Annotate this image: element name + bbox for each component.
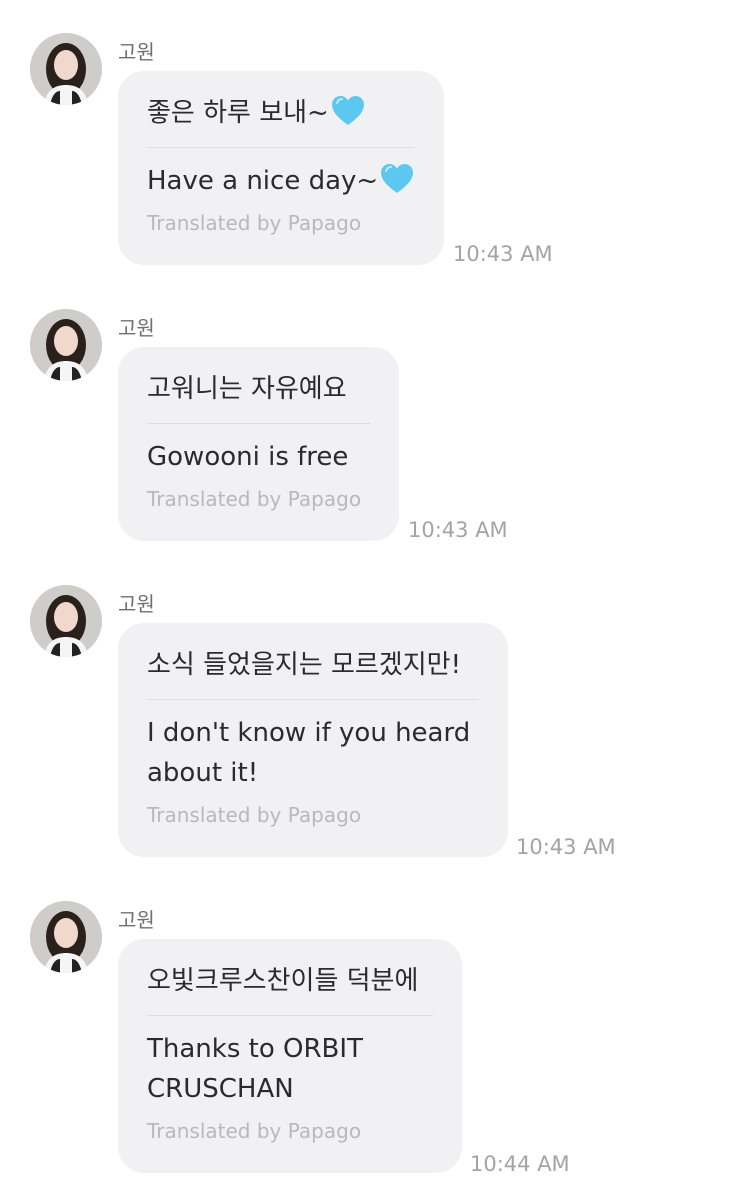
translated-text: Gowooni is free: [147, 437, 370, 477]
sender-name: 고원: [118, 592, 155, 616]
message-timestamp: 10:43 AM: [516, 835, 616, 859]
translation-credit: Translated by Papago: [147, 1119, 362, 1143]
chat-message: 고원 고워니는 자유예요 Gowooni is free Translated …: [0, 306, 735, 586]
original-text: 오빛크루스찬이들 덕분에: [147, 966, 419, 996]
chat-message: 고원 소식 들었을지는 모르겠지만! I don't know if you h…: [0, 582, 735, 862]
avatar-photo: [30, 901, 102, 973]
original-text: 소식 들었을지는 모르겠지만!: [147, 650, 461, 680]
chat-message: 고원 오빛크루스찬이들 덕분에 Thanks to ORBIT CRUSCHAN…: [0, 898, 735, 1178]
sender-name: 고원: [118, 316, 155, 340]
translated-text: Thanks to ORBIT CRUSCHAN: [147, 1029, 433, 1109]
translated-line: I don't know if you heard: [147, 718, 471, 748]
original-text: 좋은 하루 보내~: [147, 93, 415, 133]
original-text-content: 좋은 하루 보내~: [147, 98, 329, 128]
sender-name: 고원: [118, 908, 155, 932]
avatar[interactable]: [30, 33, 102, 105]
message-bubble[interactable]: 좋은 하루 보내~ Have a nice day~ Translated by…: [118, 71, 444, 265]
original-text: 고워니는 자유예요: [147, 374, 347, 404]
translated-text: I don't know if you heard about it!: [147, 713, 479, 793]
translated-line: Have a nice day~: [147, 166, 379, 196]
divider: [147, 1015, 433, 1016]
translation-credit: Translated by Papago: [147, 211, 362, 235]
light-blue-heart-icon: [331, 96, 364, 125]
translated-line: CRUSCHAN: [147, 1074, 294, 1104]
translated-line: Thanks to ORBIT: [147, 1034, 363, 1064]
light-blue-heart-icon: [381, 164, 414, 193]
translated-line: Gowooni is free: [147, 442, 349, 472]
avatar-photo: [30, 33, 102, 105]
translation-credit: Translated by Papago: [147, 487, 362, 511]
translated-line: about it!: [147, 758, 259, 788]
avatar[interactable]: [30, 901, 102, 973]
message-bubble[interactable]: 고워니는 자유예요 Gowooni is free Translated by …: [118, 347, 399, 541]
chat-message: 고원 좋은 하루 보내~ Have a nice day~ Translated…: [0, 30, 735, 310]
message-bubble[interactable]: 오빛크루스찬이들 덕분에 Thanks to ORBIT CRUSCHAN Tr…: [118, 939, 462, 1173]
avatar-photo: [30, 585, 102, 657]
divider: [147, 699, 479, 700]
translated-text: Have a nice day~: [147, 161, 415, 201]
message-timestamp: 10:43 AM: [408, 518, 508, 542]
divider: [147, 147, 415, 148]
divider: [147, 423, 370, 424]
translation-credit: Translated by Papago: [147, 803, 362, 827]
avatar[interactable]: [30, 309, 102, 381]
message-bubble[interactable]: 소식 들었을지는 모르겠지만! I don't know if you hear…: [118, 623, 508, 857]
avatar[interactable]: [30, 585, 102, 657]
sender-name: 고원: [118, 40, 155, 64]
message-timestamp: 10:44 AM: [470, 1152, 570, 1176]
message-timestamp: 10:43 AM: [453, 242, 553, 266]
avatar-photo: [30, 309, 102, 381]
